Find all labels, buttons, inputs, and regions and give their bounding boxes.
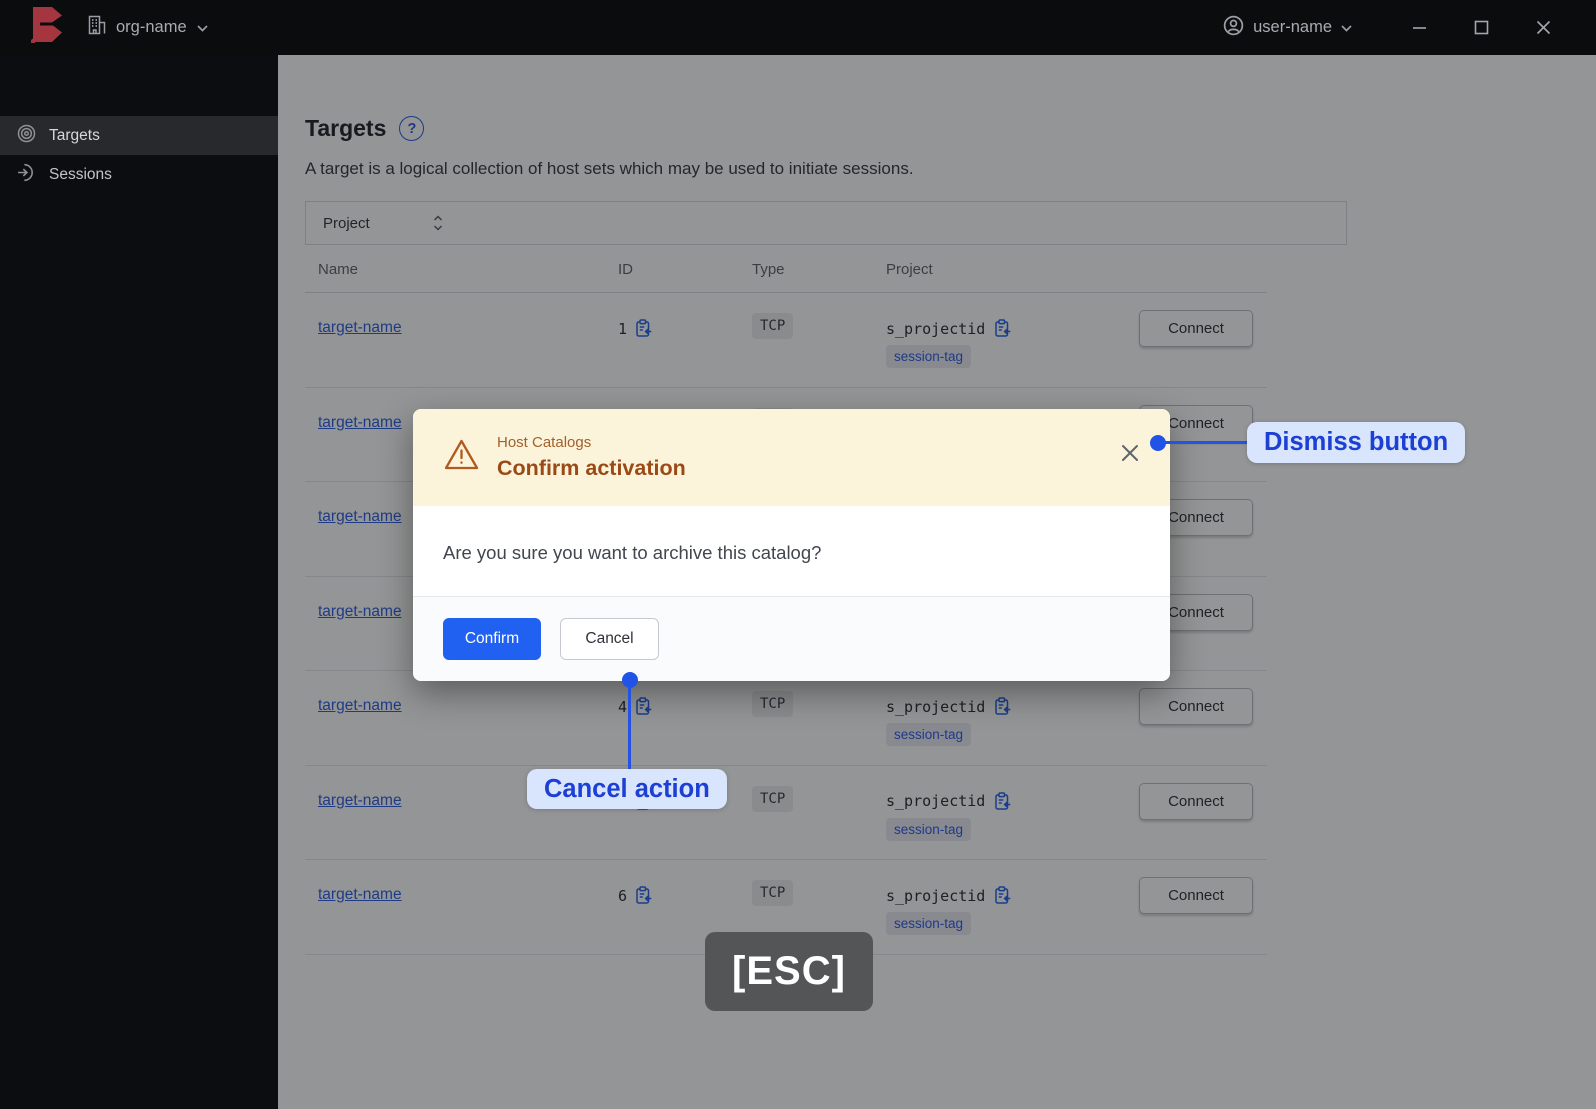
sidebar-item-label: Sessions xyxy=(49,165,112,183)
close-button[interactable] xyxy=(1520,11,1566,45)
confirm-button[interactable]: Confirm xyxy=(443,618,541,660)
sidebar: Targets Sessions xyxy=(0,55,278,1109)
chevron-down-icon xyxy=(197,18,208,37)
minimize-button[interactable] xyxy=(1396,11,1442,45)
bullseye-icon xyxy=(17,124,36,148)
cancel-button[interactable]: Cancel xyxy=(560,618,659,660)
dialog-title: Confirm activation xyxy=(497,456,686,480)
building-icon xyxy=(88,15,106,40)
dialog-footer: Confirm Cancel xyxy=(413,596,1170,681)
org-name-label: org-name xyxy=(116,18,187,36)
user-menu[interactable]: user-name xyxy=(1223,15,1352,41)
sidebar-item-label: Targets xyxy=(49,126,100,144)
titlebar: org-name user-name xyxy=(0,0,1596,55)
sidebar-item-sessions[interactable]: Sessions xyxy=(0,155,278,194)
dismiss-callout-label: Dismiss button xyxy=(1247,422,1466,463)
warning-triangle-icon xyxy=(443,438,480,477)
cancel-callout-dot xyxy=(622,672,638,688)
chevron-down-icon xyxy=(1341,18,1352,37)
esc-key-hint: [ESC] xyxy=(705,932,873,1011)
user-name-label: user-name xyxy=(1253,18,1332,36)
maximize-button[interactable] xyxy=(1458,11,1504,45)
org-switcher[interactable]: org-name xyxy=(88,15,208,40)
dismiss-callout-line xyxy=(1164,441,1247,444)
dismiss-button[interactable] xyxy=(1117,440,1143,466)
dialog-header: Host Catalogs Confirm activation xyxy=(413,409,1170,506)
cancel-callout-line xyxy=(628,687,631,769)
confirm-dialog: Host Catalogs Confirm activation Are you… xyxy=(413,409,1170,681)
user-circle-icon xyxy=(1223,15,1244,41)
cancel-callout-label: Cancel action xyxy=(527,769,727,809)
dialog-tagline: Host Catalogs xyxy=(497,434,592,451)
boundary-logo xyxy=(30,6,64,49)
sidebar-item-targets[interactable]: Targets xyxy=(0,116,278,155)
login-arrow-icon xyxy=(17,163,36,187)
dialog-body: Are you sure you want to archive this ca… xyxy=(443,542,822,563)
